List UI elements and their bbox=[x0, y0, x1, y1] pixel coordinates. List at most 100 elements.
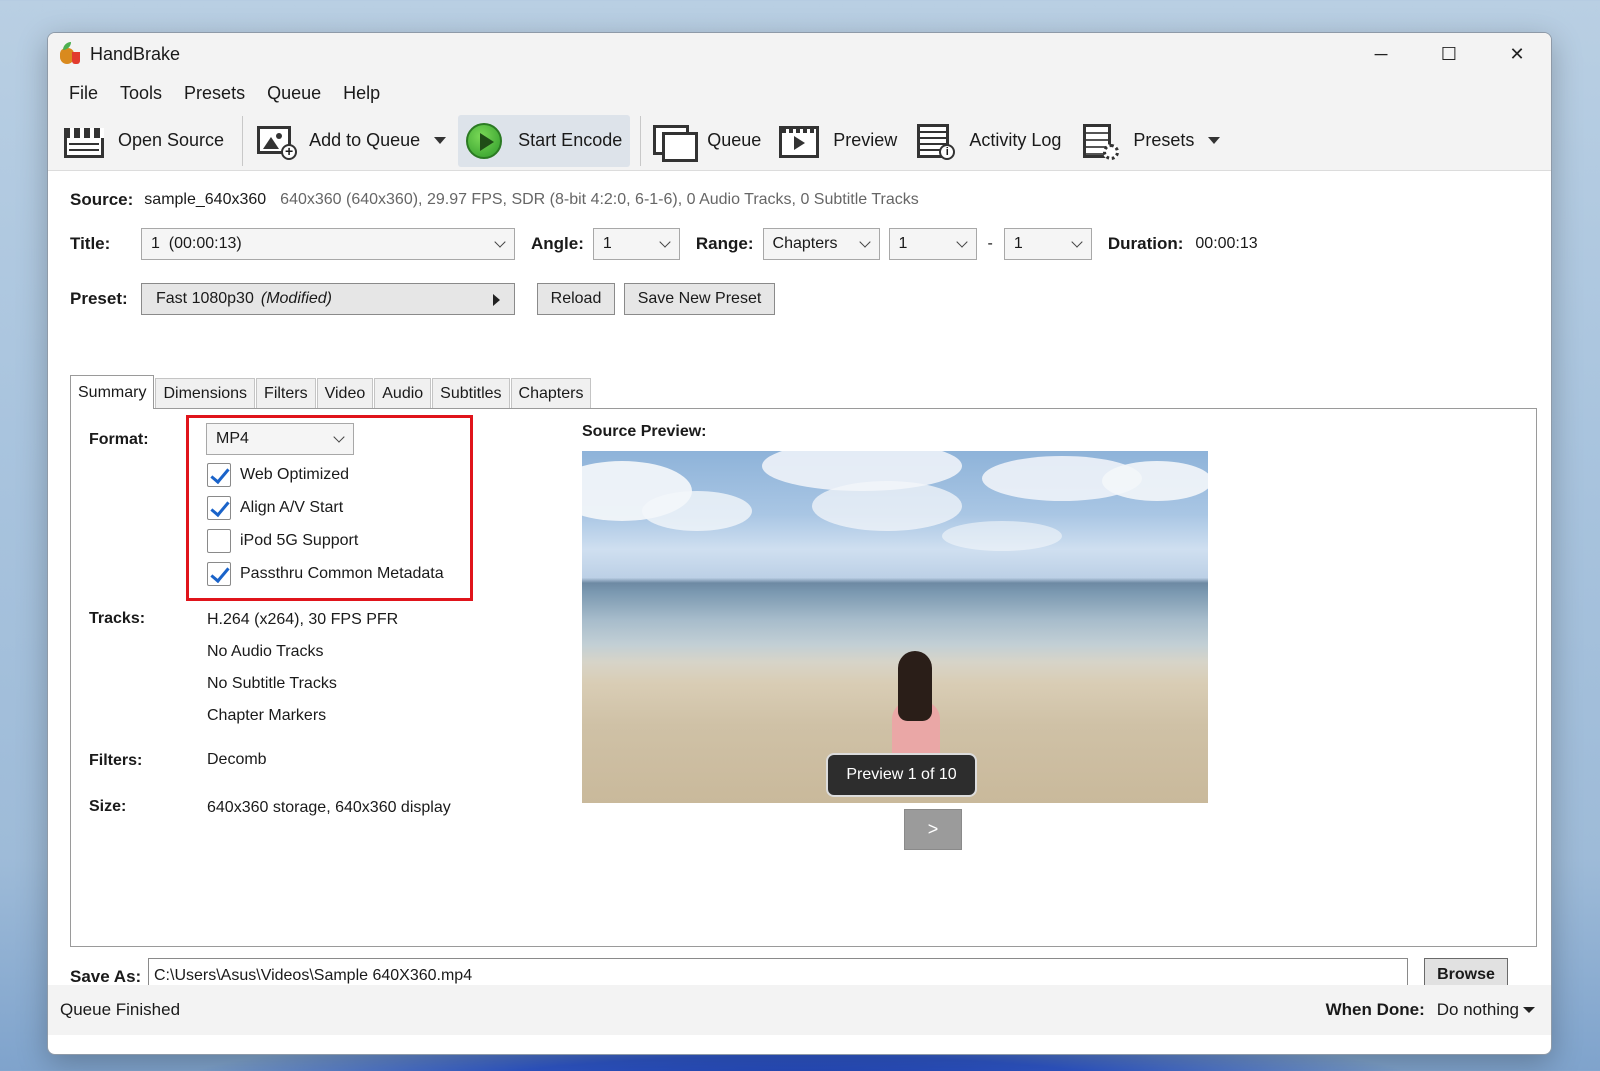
align-av-start-option[interactable]: Align A/V Start bbox=[207, 496, 343, 520]
queue-status: Queue Finished bbox=[60, 1000, 181, 1019]
summary-panel: Format: MP4 Web Optimized Align A/V Star… bbox=[70, 408, 1537, 947]
source-info: 640x360 (640x360), 29.97 FPS, SDR (8-bit… bbox=[280, 191, 919, 208]
filters-value: Decomb bbox=[207, 751, 267, 768]
title-select[interactable]: 1 (00:00:13) bbox=[141, 228, 515, 260]
tab-dimensions[interactable]: Dimensions bbox=[155, 378, 256, 408]
queue-button[interactable]: Queue bbox=[647, 115, 769, 167]
presets-dropdown-icon[interactable] bbox=[1208, 137, 1221, 144]
reload-button[interactable]: Reload bbox=[537, 283, 615, 315]
start-encode-label: Start Encode bbox=[518, 130, 623, 150]
minimize-button[interactable]: ─ bbox=[1347, 33, 1415, 75]
range-type-select[interactable]: Chapters bbox=[762, 228, 880, 260]
chevron-down-icon bbox=[1071, 236, 1083, 248]
menu-queue[interactable]: Queue bbox=[256, 83, 332, 104]
format-select[interactable]: MP4 bbox=[206, 423, 354, 455]
clapperboard-icon bbox=[62, 122, 106, 160]
format-label: Format: bbox=[89, 431, 149, 448]
align-av-start-checkbox[interactable] bbox=[207, 496, 231, 520]
status-bar: Queue Finished When Done: Do nothing bbox=[48, 985, 1551, 1035]
chevron-right-icon bbox=[493, 294, 500, 306]
range-end-select[interactable]: 1 bbox=[1003, 228, 1092, 260]
tab-filters[interactable]: Filters bbox=[256, 378, 316, 408]
menu-presets[interactable]: Presets bbox=[173, 83, 256, 104]
tab-chapters[interactable]: Chapters bbox=[510, 378, 592, 408]
format-select-value: MP4 bbox=[216, 430, 249, 447]
tab-summary[interactable]: Summary bbox=[70, 375, 155, 409]
start-encode-button[interactable]: Start Encode bbox=[458, 114, 631, 167]
save-as-label: Save As: bbox=[70, 967, 142, 986]
range-label: Range: bbox=[695, 234, 754, 253]
source-preview-image: Preview 1 of 10 bbox=[582, 451, 1208, 803]
range-type-value: Chapters bbox=[772, 235, 838, 252]
activity-log-button[interactable]: i Activity Log bbox=[909, 115, 1069, 167]
size-label: Size: bbox=[89, 798, 127, 815]
web-optimized-checkbox[interactable] bbox=[207, 463, 231, 487]
preset-modified: (Modified) bbox=[260, 290, 332, 307]
next-preview-button[interactable]: > bbox=[904, 809, 962, 850]
window-title: HandBrake bbox=[90, 43, 181, 64]
source-preview-label: Source Preview: bbox=[582, 423, 707, 440]
toolbar-separator bbox=[640, 115, 642, 166]
activity-log-label: Activity Log bbox=[969, 130, 1062, 150]
handbrake-logo-icon bbox=[58, 42, 82, 66]
close-button[interactable]: ✕ bbox=[1483, 33, 1551, 75]
angle-select-value: 1 bbox=[602, 235, 612, 252]
handbrake-window: HandBrake ─ ☐ ✕ File Tools Presets Queue… bbox=[47, 32, 1552, 1055]
tab-subtitles[interactable]: Subtitles bbox=[432, 378, 510, 408]
play-icon bbox=[462, 122, 506, 160]
preset-selector[interactable]: Fast 1080p30 (Modified) bbox=[141, 283, 515, 315]
presets-button[interactable]: Presets bbox=[1073, 115, 1228, 167]
menu-bar: File Tools Presets Queue Help bbox=[48, 75, 1551, 111]
preview-label: Preview bbox=[833, 130, 898, 150]
range-start-select[interactable]: 1 bbox=[888, 228, 977, 260]
chevron-down-icon bbox=[955, 236, 968, 248]
save-new-preset-button[interactable]: Save New Preset bbox=[624, 283, 775, 315]
menu-file[interactable]: File bbox=[58, 83, 109, 104]
add-to-queue-button[interactable]: + Add to Queue bbox=[249, 115, 454, 167]
when-done-select[interactable]: Do nothing bbox=[1437, 1000, 1519, 1020]
maximize-button[interactable]: ☐ bbox=[1415, 33, 1483, 75]
track-line: No Subtitle Tracks bbox=[207, 675, 337, 692]
person-figure bbox=[884, 651, 948, 761]
menu-tools[interactable]: Tools bbox=[109, 83, 173, 104]
duration-label: Duration: bbox=[1107, 234, 1184, 253]
passthru-metadata-label: Passthru Common Metadata bbox=[240, 565, 444, 582]
title-bar: HandBrake ─ ☐ ✕ bbox=[48, 33, 1551, 75]
passthru-metadata-option[interactable]: Passthru Common Metadata bbox=[207, 562, 444, 586]
when-done-label: When Done: bbox=[1325, 1000, 1425, 1019]
preset-label: Preset: bbox=[70, 289, 128, 308]
main-content: Source: sample_640x360 640x360 (640x360)… bbox=[48, 172, 1551, 994]
filters-label: Filters: bbox=[89, 752, 143, 769]
chevron-down-icon bbox=[494, 236, 506, 248]
ipod-5g-support-label: iPod 5G Support bbox=[240, 532, 359, 549]
toolbar: Open Source + Add to Queue Start Encode … bbox=[48, 111, 1551, 171]
preview-counter-badge: Preview 1 of 10 bbox=[826, 753, 977, 797]
angle-select[interactable]: 1 bbox=[592, 228, 680, 260]
size-value: 640x360 storage, 640x360 display bbox=[207, 799, 451, 816]
source-name: sample_640x360 bbox=[144, 191, 267, 208]
add-to-queue-dropdown-icon[interactable] bbox=[434, 137, 447, 144]
track-line: No Audio Tracks bbox=[207, 643, 324, 660]
preview-button[interactable]: Preview bbox=[773, 115, 905, 167]
queue-icon bbox=[651, 122, 699, 162]
toolbar-separator bbox=[242, 115, 244, 166]
chevron-down-icon bbox=[333, 431, 345, 443]
range-end-value: 1 bbox=[1013, 235, 1023, 252]
open-source-button[interactable]: Open Source bbox=[58, 115, 232, 167]
menu-help[interactable]: Help bbox=[332, 83, 391, 104]
preset-name: Fast 1080p30 bbox=[156, 290, 254, 307]
chevron-down-icon[interactable] bbox=[1523, 1007, 1535, 1013]
tab-audio[interactable]: Audio bbox=[374, 378, 432, 408]
ipod-5g-support-checkbox[interactable] bbox=[207, 529, 231, 553]
source-label: Source: bbox=[70, 190, 134, 209]
align-av-start-label: Align A/V Start bbox=[240, 499, 344, 516]
settings-tabs: Summary Dimensions Filters Video Audio S… bbox=[70, 374, 592, 409]
open-source-label: Open Source bbox=[118, 130, 225, 150]
title-label: Title: bbox=[70, 234, 111, 253]
tracks-label: Tracks: bbox=[89, 610, 146, 627]
track-line: H.264 (x264), 30 FPS PFR bbox=[207, 611, 399, 628]
tab-video[interactable]: Video bbox=[316, 378, 374, 408]
ipod-5g-support-option[interactable]: iPod 5G Support bbox=[207, 529, 358, 553]
passthru-metadata-checkbox[interactable] bbox=[207, 562, 231, 586]
web-optimized-option[interactable]: Web Optimized bbox=[207, 463, 349, 487]
